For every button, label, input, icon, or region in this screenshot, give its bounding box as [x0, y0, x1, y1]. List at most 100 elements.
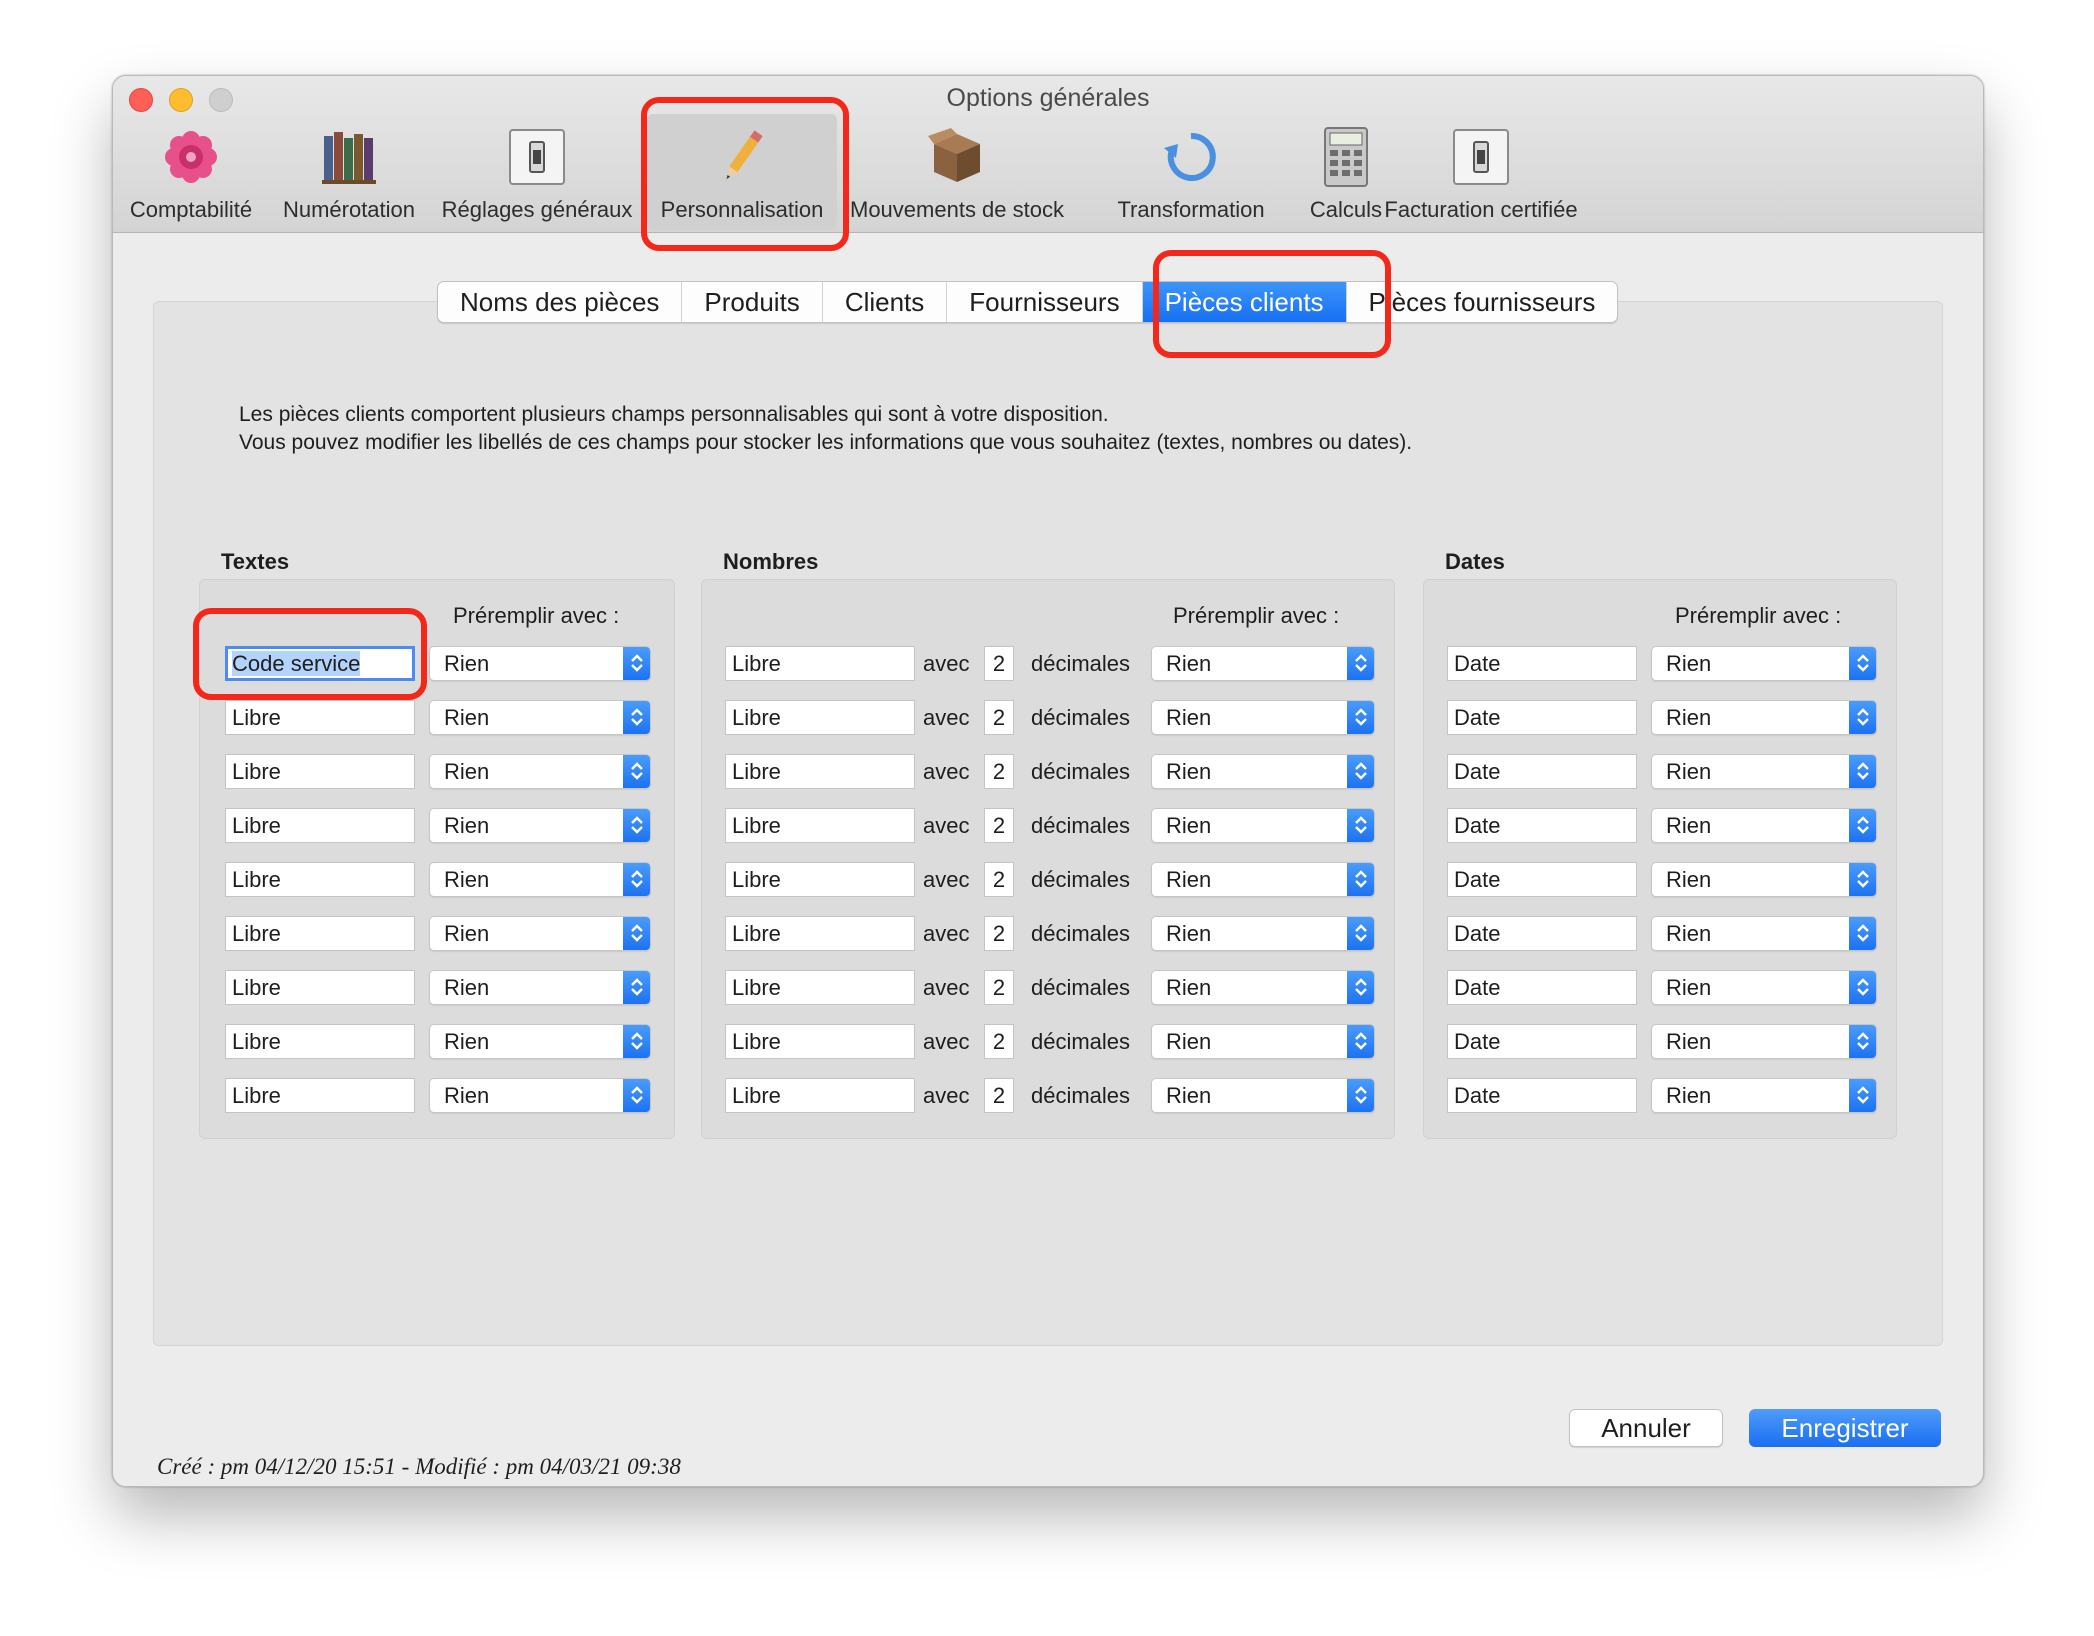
- tab-pieces-clients[interactable]: Pièces clients: [1142, 282, 1347, 322]
- number-label-field[interactable]: Libre: [725, 808, 915, 843]
- decimals-field[interactable]: 2: [984, 916, 1014, 951]
- prefill-select-value: Rien: [444, 759, 490, 784]
- prefill-select[interactable]: Rien: [1151, 700, 1375, 735]
- prefill-select[interactable]: Rien: [429, 808, 651, 843]
- prefill-select-value: Rien: [1166, 651, 1212, 676]
- prefill-select[interactable]: Rien: [1651, 1024, 1877, 1059]
- text-label-field[interactable]: Libre: [225, 1078, 415, 1113]
- text-label-field[interactable]: Libre: [225, 808, 415, 843]
- date-label-field[interactable]: Date: [1447, 970, 1637, 1005]
- tab-produits[interactable]: Produits: [682, 282, 823, 322]
- number-label-field[interactable]: Libre: [725, 646, 915, 681]
- date-label-value: Date: [1454, 1083, 1501, 1108]
- date-label-field[interactable]: Date: [1447, 646, 1637, 681]
- prefill-select[interactable]: Rien: [1151, 808, 1375, 843]
- prefill-select[interactable]: Rien: [1651, 970, 1877, 1005]
- prefill-select-value: Rien: [444, 813, 490, 838]
- decimals-field[interactable]: 2: [984, 970, 1014, 1005]
- prefill-select-value: Rien: [444, 1083, 490, 1108]
- decimals-field[interactable]: 2: [984, 754, 1014, 789]
- number-label-field[interactable]: Libre: [725, 1024, 915, 1059]
- toolbar-item-transformation[interactable]: Transformation: [1091, 114, 1291, 230]
- prefill-select[interactable]: Rien: [429, 862, 651, 897]
- save-button[interactable]: Enregistrer: [1749, 1409, 1941, 1447]
- box-icon: [928, 128, 980, 182]
- decimals-field[interactable]: 2: [984, 808, 1014, 843]
- toolbar-item-personnalisation[interactable]: Personnalisation: [647, 114, 837, 230]
- date-label-field[interactable]: Date: [1447, 862, 1637, 897]
- date-label-field[interactable]: Date: [1447, 700, 1637, 735]
- number-label-field[interactable]: Libre: [725, 862, 915, 897]
- number-label-field[interactable]: Libre: [725, 1078, 915, 1113]
- decimals-field[interactable]: 2: [984, 1024, 1014, 1059]
- date-label-field[interactable]: Date: [1447, 754, 1637, 789]
- text-label-field[interactable]: Libre: [225, 862, 415, 897]
- prefill-select[interactable]: Rien: [429, 700, 651, 735]
- prefill-select[interactable]: Rien: [1651, 862, 1877, 897]
- date-label-value: Date: [1454, 975, 1501, 1000]
- text-label-field[interactable]: Code service: [225, 646, 415, 681]
- prefill-select-value: Rien: [1166, 759, 1212, 784]
- tab-clients[interactable]: Clients: [823, 282, 948, 322]
- prefill-select[interactable]: Rien: [429, 916, 651, 951]
- date-label-field[interactable]: Date: [1447, 1024, 1637, 1059]
- prefill-select[interactable]: Rien: [1151, 754, 1375, 789]
- cancel-button[interactable]: Annuler: [1569, 1409, 1723, 1447]
- number-label-field[interactable]: Libre: [725, 754, 915, 789]
- decimals-field[interactable]: 2: [984, 700, 1014, 735]
- chevron-updown-icon: [623, 863, 650, 896]
- toolbar-item-comptabilite[interactable]: Comptabilité: [121, 114, 261, 230]
- text-label-field[interactable]: Libre: [225, 916, 415, 951]
- prefill-select-value: Rien: [1666, 975, 1712, 1000]
- number-label-value: Libre: [732, 867, 781, 892]
- prefill-select[interactable]: Rien: [1151, 1078, 1375, 1113]
- prefill-select[interactable]: Rien: [1151, 1024, 1375, 1059]
- prefill-select[interactable]: Rien: [429, 970, 651, 1005]
- prefill-select[interactable]: Rien: [1651, 646, 1877, 681]
- decimals-field[interactable]: 2: [984, 862, 1014, 897]
- text-label-field[interactable]: Libre: [225, 700, 415, 735]
- dates-row: Date Rien: [113, 1024, 1877, 1060]
- tab-noms-des-pieces[interactable]: Noms des pièces: [438, 282, 683, 322]
- chevron-updown-icon: [1347, 971, 1374, 1004]
- prefill-select[interactable]: Rien: [1151, 862, 1375, 897]
- text-label-field[interactable]: Libre: [225, 1024, 415, 1059]
- number-label-field[interactable]: Libre: [725, 700, 915, 735]
- decimals-field[interactable]: 2: [984, 1078, 1014, 1113]
- date-label-field[interactable]: Date: [1447, 808, 1637, 843]
- prefill-select[interactable]: Rien: [1151, 916, 1375, 951]
- text-label-field[interactable]: Libre: [225, 754, 415, 789]
- decimals-field[interactable]: 2: [984, 646, 1014, 681]
- prefill-select[interactable]: Rien: [1651, 808, 1877, 843]
- decimals-value: 2: [992, 921, 1006, 946]
- toolbar-item-numerotation[interactable]: Numérotation: [273, 114, 425, 230]
- toolbar-item-reglages-generaux[interactable]: Réglages généraux: [437, 114, 637, 230]
- decimales-label: décimales: [1031, 975, 1131, 1000]
- avec-label: avec: [923, 867, 970, 892]
- prefill-select[interactable]: Rien: [1651, 916, 1877, 951]
- prefill-select[interactable]: Rien: [429, 646, 651, 681]
- prefill-select[interactable]: Rien: [429, 1078, 651, 1113]
- number-label-field[interactable]: Libre: [725, 970, 915, 1005]
- prefill-select[interactable]: Rien: [1651, 700, 1877, 735]
- text-label-value: Libre: [232, 975, 281, 1000]
- decimals-value: 2: [992, 705, 1006, 730]
- decimales-label: décimales: [1031, 867, 1131, 892]
- prefill-select[interactable]: Rien: [429, 754, 651, 789]
- prefill-select[interactable]: Rien: [429, 1024, 651, 1059]
- toolbar-item-facturation-certifiee[interactable]: Facturation certifiée: [1361, 114, 1601, 230]
- tab-pieces-fournisseurs[interactable]: Pièces fournisseurs: [1347, 282, 1618, 322]
- date-label-field[interactable]: Date: [1447, 916, 1637, 951]
- number-label-value: Libre: [732, 1029, 781, 1054]
- prefill-select[interactable]: Rien: [1151, 970, 1375, 1005]
- chevron-updown-icon: [1347, 917, 1374, 950]
- toolbar-item-label: Transformation: [1117, 197, 1265, 222]
- text-label-field[interactable]: Libre: [225, 970, 415, 1005]
- number-label-field[interactable]: Libre: [725, 916, 915, 951]
- tab-fournisseurs[interactable]: Fournisseurs: [947, 282, 1143, 322]
- date-label-field[interactable]: Date: [1447, 1078, 1637, 1113]
- toolbar-item-mouvements-de-stock[interactable]: Mouvements de stock: [849, 114, 1065, 230]
- prefill-select[interactable]: Rien: [1151, 646, 1375, 681]
- prefill-select[interactable]: Rien: [1651, 1078, 1877, 1113]
- prefill-select[interactable]: Rien: [1651, 754, 1877, 789]
